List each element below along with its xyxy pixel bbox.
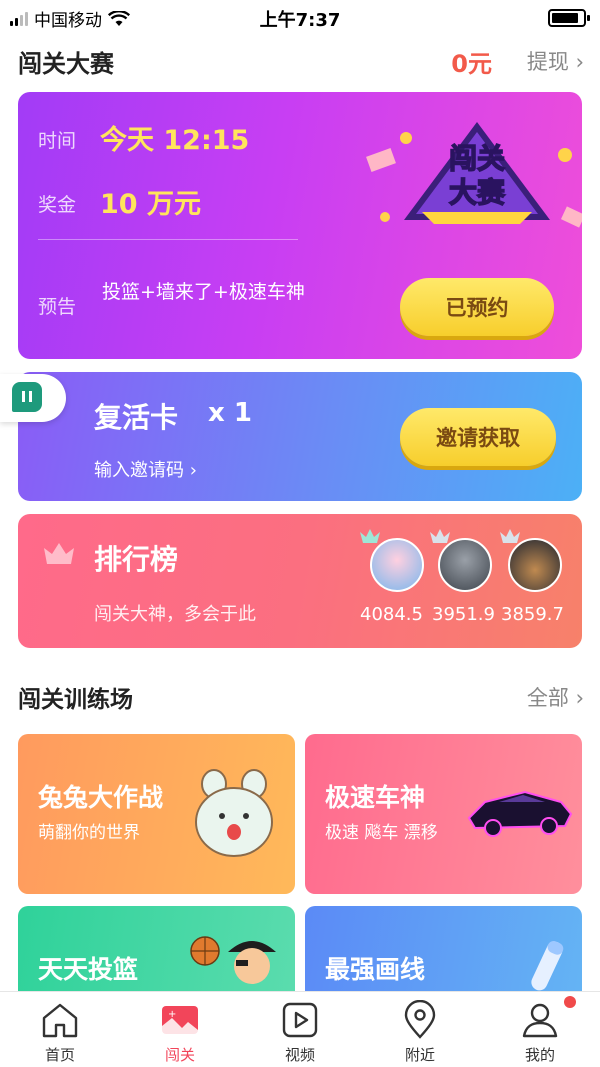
game-tile-rabbit[interactable]: 兔兔大作战 萌翻你的世界 bbox=[18, 734, 295, 894]
nav-label: 闯关 bbox=[164, 1046, 195, 1064]
ranking-subtitle: 闯关大神，多会于此 bbox=[94, 604, 256, 625]
view-all-label: 全部 bbox=[526, 686, 569, 710]
pirate-icon bbox=[228, 941, 276, 984]
revive-count: x 1 bbox=[208, 398, 252, 428]
crown-icon bbox=[500, 529, 520, 543]
contest-logo: 闯关 大赛 bbox=[404, 122, 550, 224]
basketball-icon bbox=[190, 936, 220, 966]
training-section-title: 闯关训练场 bbox=[18, 687, 133, 713]
nav-home[interactable]: 首页 bbox=[0, 992, 120, 1067]
balance-amount: 0元 bbox=[451, 50, 492, 78]
game-name: 天天投篮 bbox=[38, 955, 139, 984]
nav-label: 首页 bbox=[44, 1046, 75, 1064]
withdraw-label: 提现 bbox=[526, 50, 569, 74]
profile-icon bbox=[522, 1003, 558, 1038]
coin-decoration bbox=[558, 148, 572, 162]
preview-label: 预告 bbox=[38, 296, 77, 318]
invite-code-label: 输入邀请码 bbox=[94, 460, 184, 481]
bunny-icon bbox=[195, 769, 273, 857]
svg-text:+: + bbox=[168, 1009, 176, 1020]
game-name: 极速车神 bbox=[325, 783, 426, 812]
crown-icon bbox=[44, 543, 74, 564]
nav-video[interactable]: 视频 bbox=[240, 992, 360, 1067]
ranking-card[interactable]: 排行榜 闯关大神，多会于此 4084.5 3951.9 3859.7 bbox=[18, 514, 582, 648]
nav-label: 附近 bbox=[404, 1046, 435, 1064]
race-car-icon bbox=[467, 790, 573, 837]
logo-text-top: 闯关 bbox=[449, 142, 505, 175]
rank-avatar-1 bbox=[370, 538, 424, 592]
game-icon: + bbox=[162, 1006, 198, 1034]
coin-decoration bbox=[380, 212, 390, 222]
chevron-right-icon: › bbox=[575, 50, 584, 74]
bottom-nav: 首页 + 闯关 视频 附近 我的 bbox=[0, 991, 600, 1067]
chevron-right-icon: › bbox=[189, 460, 197, 481]
rank-score-3: 3859.7 bbox=[501, 604, 564, 625]
status-bar: 中国移动 上午7:37 bbox=[0, 0, 600, 36]
rank-score-1: 4084.5 bbox=[360, 604, 423, 625]
game-name: 兔兔大作战 bbox=[38, 783, 164, 812]
clock: 上午7:37 bbox=[259, 10, 341, 31]
divider bbox=[38, 239, 298, 240]
nav-challenge[interactable]: + 闯关 bbox=[120, 992, 240, 1067]
crown-icon bbox=[360, 529, 380, 543]
nav-profile[interactable]: 我的 bbox=[480, 992, 600, 1067]
game-desc: 极速 飚车 漂移 bbox=[325, 823, 438, 843]
rank-avatar-3 bbox=[508, 538, 562, 592]
game-tile-racing[interactable]: 极速车神 极速 飚车 漂移 bbox=[305, 734, 582, 894]
reserved-button[interactable]: 已预约 bbox=[400, 278, 554, 336]
rank-avatar-2 bbox=[438, 538, 492, 592]
home-icon bbox=[42, 1003, 78, 1038]
game-desc: 萌翻你的世界 bbox=[38, 823, 140, 843]
chevron-right-icon: › bbox=[575, 686, 584, 710]
bill-decoration bbox=[366, 148, 396, 172]
nav-label: 视频 bbox=[284, 1046, 315, 1064]
rank-score-2: 3951.9 bbox=[432, 604, 495, 625]
notification-dot bbox=[564, 996, 576, 1008]
prize-label: 奖金 bbox=[38, 194, 77, 216]
preview-value: 投篮+墙来了+极速车神 bbox=[102, 281, 305, 303]
ranking-title: 排行榜 bbox=[94, 543, 179, 576]
game-name: 最强画线 bbox=[325, 955, 426, 984]
prize-value: 10 万元 bbox=[100, 189, 201, 220]
nav-nearby[interactable]: 附近 bbox=[360, 992, 480, 1067]
location-icon bbox=[404, 1000, 436, 1039]
pause-icon bbox=[12, 382, 42, 412]
battery-icon bbox=[548, 9, 590, 27]
video-icon bbox=[282, 1002, 318, 1038]
pencil-icon bbox=[531, 941, 564, 991]
revive-title: 复活卡 bbox=[94, 401, 179, 434]
withdraw-link[interactable]: 提现 › bbox=[527, 46, 584, 76]
time-value: 今天 12:15 bbox=[100, 125, 250, 156]
invite-code-link[interactable]: 输入邀请码 › bbox=[94, 456, 197, 482]
floating-pause-button[interactable] bbox=[0, 374, 66, 422]
nav-label: 我的 bbox=[524, 1046, 555, 1064]
crown-icon bbox=[430, 529, 450, 543]
view-all-link[interactable]: 全部 › bbox=[527, 682, 584, 712]
page-header: 闯关大赛 0元 提现 › bbox=[0, 36, 600, 86]
time-label: 时间 bbox=[38, 130, 77, 152]
revive-card[interactable]: 复活卡 x 1 输入邀请码 › 邀请获取 bbox=[18, 372, 582, 501]
bill-decoration bbox=[560, 206, 582, 228]
logo-text-bottom: 大赛 bbox=[449, 176, 506, 209]
contest-card[interactable]: 时间 今天 12:15 奖金 10 万元 预告 投篮+墙来了+极速车神 已预约 … bbox=[18, 92, 582, 359]
page-title: 闯关大赛 bbox=[18, 50, 114, 78]
invite-button[interactable]: 邀请获取 bbox=[400, 408, 556, 466]
